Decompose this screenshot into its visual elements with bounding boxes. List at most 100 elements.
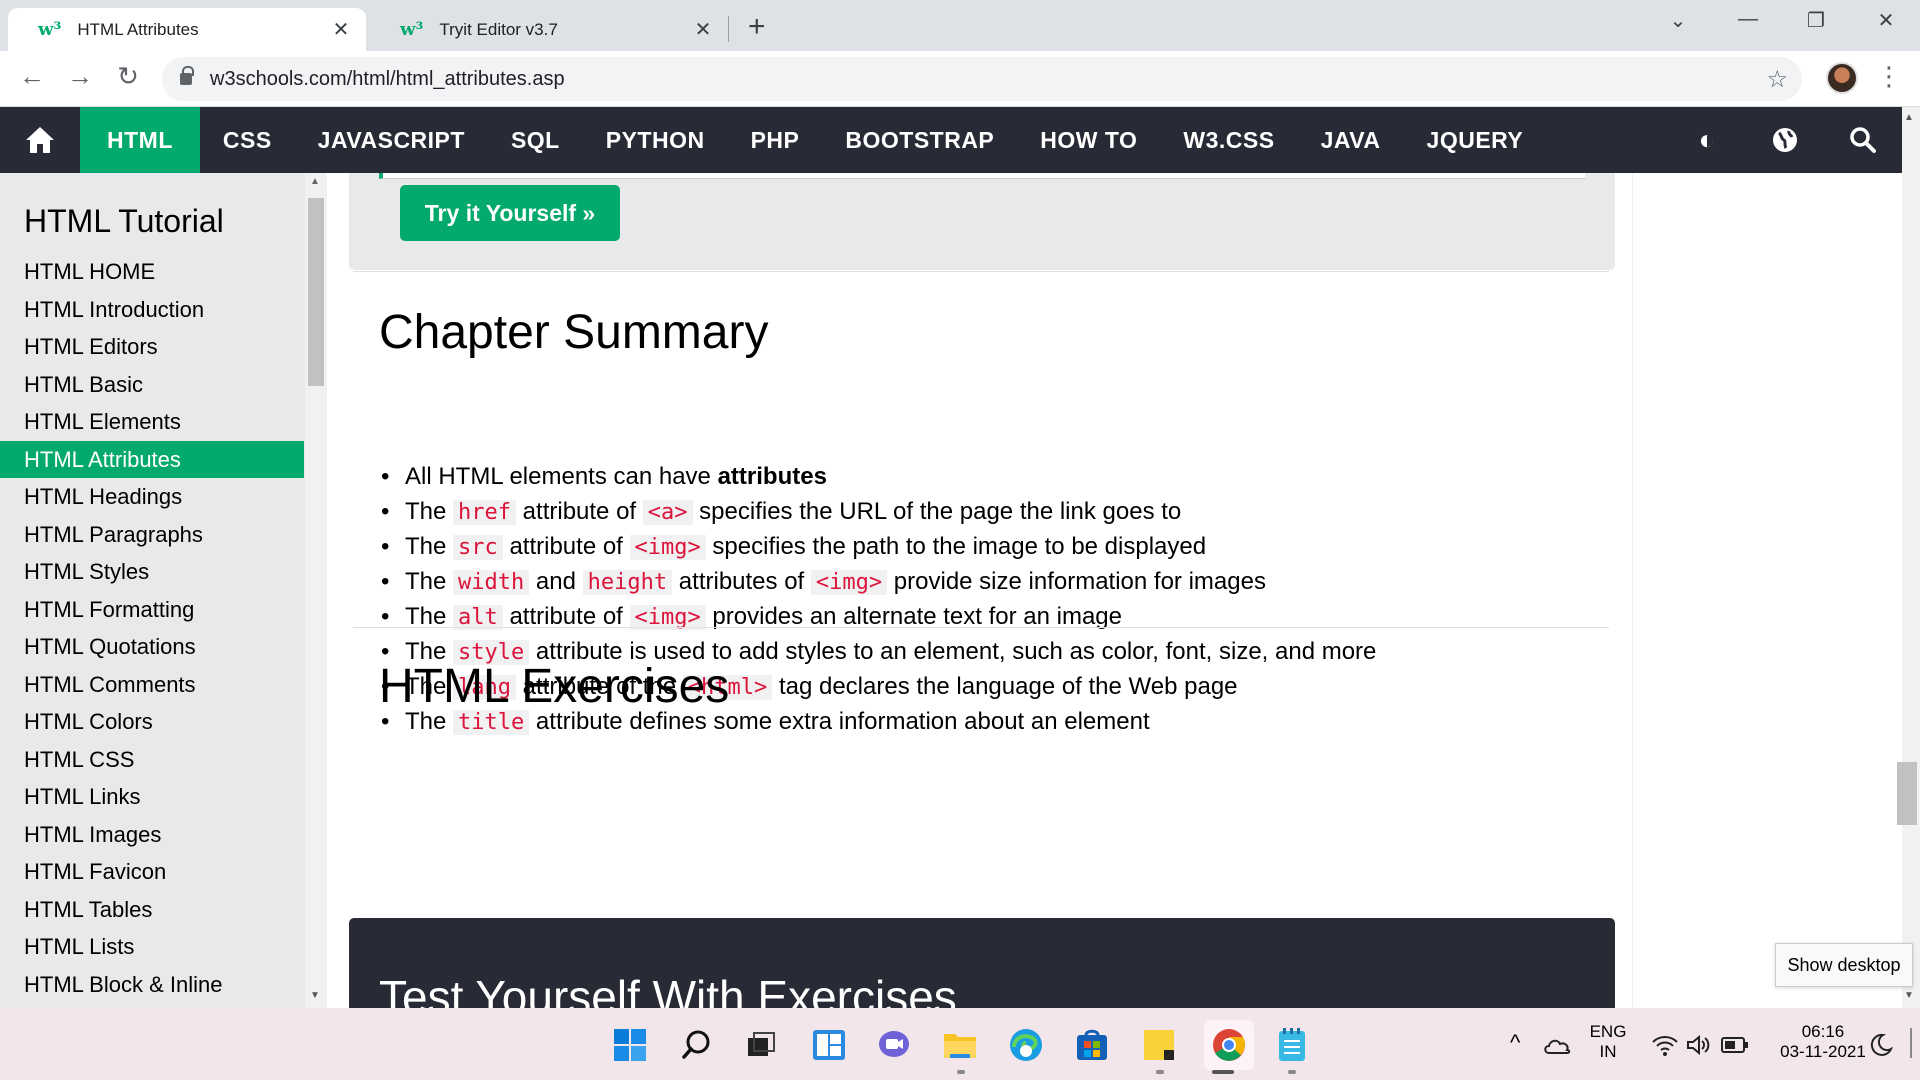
onedrive-icon[interactable]: [1538, 1026, 1576, 1064]
sidebar-item-html-elements[interactable]: HTML Elements: [0, 403, 304, 441]
nav-sql[interactable]: SQL: [488, 107, 583, 173]
browser-tab-tryit[interactable]: w³ Tryit Editor v3.7 ✕: [370, 8, 728, 51]
sidebar-list: HTML HOME HTML Introduction HTML Editors HT…: [0, 253, 305, 1003]
chapter-summary-heading: Chapter Summary: [379, 306, 769, 359]
sidebar-item-html-comments[interactable]: HTML Comments: [0, 666, 304, 704]
page-scroll-up-icon[interactable]: ▲: [1904, 112, 1914, 123]
nav-php[interactable]: PHP: [728, 107, 823, 173]
volume-icon[interactable]: [1680, 1026, 1718, 1064]
summary-text: attribute of: [502, 533, 630, 560]
running-indicator: [1156, 1070, 1164, 1074]
sidebar-item-html-home[interactable]: HTML HOME: [0, 253, 304, 291]
sidebar-item-html-styles[interactable]: HTML Styles: [0, 553, 304, 591]
focus-assist-icon[interactable]: [1862, 1026, 1900, 1064]
code-snippet: <img>: [629, 535, 706, 560]
nav-javascript[interactable]: JAVASCRIPT: [295, 107, 488, 173]
chat-icon[interactable]: [875, 1026, 913, 1064]
widgets-icon[interactable]: [810, 1026, 848, 1064]
nav-java[interactable]: JAVA: [1298, 107, 1404, 173]
summary-text: attributes of: [672, 568, 811, 595]
forward-button[interactable]: →: [62, 61, 98, 92]
sidebar-scroll-down-icon[interactable]: ▼: [310, 990, 320, 1001]
sidebar-item-html-attributes[interactable]: HTML Attributes: [0, 440, 304, 478]
sidebar-scroll-thumb[interactable]: [308, 198, 324, 386]
reload-button[interactable]: ↻: [110, 61, 146, 92]
restore-button[interactable]: ❐: [1796, 8, 1836, 33]
home-icon[interactable]: [0, 107, 80, 173]
sidebar-item-html-lists[interactable]: HTML Lists: [0, 928, 304, 966]
summary-text: attribute of: [516, 498, 643, 525]
code-snippet: width: [453, 570, 530, 595]
page-scroll-down-icon[interactable]: ▼: [1904, 990, 1914, 1001]
sidebar-item-html-tables[interactable]: HTML Tables: [0, 891, 304, 929]
region-code: IN: [1599, 1042, 1617, 1061]
wifi-icon[interactable]: [1646, 1026, 1684, 1064]
browser-menu-icon[interactable]: ⋮: [1876, 61, 1902, 92]
task-view-icon[interactable]: [742, 1026, 780, 1064]
tab-search-icon[interactable]: ⌄: [1658, 8, 1698, 33]
summary-item: The src attribute of <img> specifies the…: [379, 529, 1376, 564]
sidebar-item-html-colors[interactable]: HTML Colors: [0, 703, 304, 741]
sidebar-item-html-block-inline[interactable]: HTML Block & Inline: [0, 966, 304, 1004]
microsoft-store-icon[interactable]: [1073, 1026, 1111, 1064]
w3schools-favicon-icon: w³: [38, 19, 62, 40]
sidebar-item-html-introduction[interactable]: HTML Introduction: [0, 291, 304, 329]
running-indicator: [1288, 1070, 1296, 1074]
notepad-icon[interactable]: [1273, 1026, 1311, 1064]
search-icon[interactable]: [1824, 107, 1902, 173]
globe-icon[interactable]: [1746, 107, 1824, 173]
page-scroll-thumb[interactable]: [1897, 762, 1917, 825]
sidebar-item-html-links[interactable]: HTML Links: [0, 778, 304, 816]
tab-close-icon[interactable]: ✕: [692, 17, 714, 42]
chrome-icon[interactable]: [1204, 1020, 1254, 1070]
exercise-box-heading: Test Yourself With Exercises: [379, 971, 957, 1008]
url-text[interactable]: w3schools.com/html/html_attributes.asp: [210, 68, 565, 91]
sidebar-item-html-images[interactable]: HTML Images: [0, 816, 304, 854]
tab-title: HTML Attributes: [77, 19, 199, 39]
battery-icon[interactable]: [1716, 1026, 1754, 1064]
sidebar-item-html-formatting[interactable]: HTML Formatting: [0, 591, 304, 629]
sidebar-item-html-favicon[interactable]: HTML Favicon: [0, 853, 304, 891]
try-it-yourself-button[interactable]: Try it Yourself »: [400, 185, 620, 241]
theme-toggle-icon[interactable]: ◐: [1668, 107, 1746, 173]
show-desktop-button[interactable]: [1910, 1028, 1912, 1058]
back-button[interactable]: ←: [14, 61, 50, 92]
w3schools-favicon-icon: w³: [400, 19, 424, 40]
bookmark-star-icon[interactable]: ☆: [1766, 65, 1788, 94]
right-column: [1632, 173, 1902, 1008]
code-snippet: <img>: [810, 570, 888, 595]
nav-w3css[interactable]: W3.CSS: [1160, 107, 1297, 173]
summary-text: provides an alternate text for an image: [705, 603, 1123, 630]
sidebar-item-html-basic[interactable]: HTML Basic: [0, 366, 304, 404]
browser-tab-active[interactable]: w³ HTML Attributes ✕: [8, 8, 366, 51]
lock-icon[interactable]: [180, 66, 194, 85]
nav-css[interactable]: CSS: [200, 107, 295, 173]
language-indicator[interactable]: ENG IN: [1588, 1022, 1628, 1062]
nav-html[interactable]: HTML: [80, 107, 200, 173]
new-tab-button[interactable]: +: [748, 10, 766, 44]
sticky-notes-icon[interactable]: [1140, 1026, 1178, 1064]
sidebar-heading: HTML Tutorial: [24, 203, 224, 239]
tab-close-icon[interactable]: ✕: [330, 17, 352, 42]
minimize-button[interactable]: —: [1728, 8, 1768, 31]
nav-how-to[interactable]: HOW TO: [1017, 107, 1160, 173]
window-close-button[interactable]: ✕: [1866, 8, 1906, 33]
sidebar-scroll-up-icon[interactable]: ▲: [310, 176, 320, 187]
site-top-nav: HTML CSS JAVASCRIPT SQL PYTHON PHP BOOTS…: [0, 107, 1902, 173]
nav-jquery[interactable]: JQUERY: [1404, 107, 1547, 173]
sidebar-item-html-paragraphs[interactable]: HTML Paragraphs: [0, 516, 304, 554]
windows-start-icon[interactable]: [611, 1026, 649, 1064]
tray-chevron-icon[interactable]: ^: [1510, 1030, 1520, 1056]
search-icon[interactable]: [678, 1026, 716, 1064]
profile-avatar[interactable]: [1826, 62, 1858, 94]
sidebar-item-html-headings[interactable]: HTML Headings: [0, 478, 304, 516]
sidebar-item-html-quotations[interactable]: HTML Quotations: [0, 628, 304, 666]
sidebar-item-html-css[interactable]: HTML CSS: [0, 741, 304, 779]
nav-bootstrap[interactable]: BOOTSTRAP: [822, 107, 1017, 173]
file-explorer-icon[interactable]: [941, 1026, 979, 1064]
edge-icon[interactable]: [1007, 1026, 1045, 1064]
sidebar-item-html-editors[interactable]: HTML Editors: [0, 328, 304, 366]
nav-python[interactable]: PYTHON: [583, 107, 728, 173]
page-scrollbar[interactable]: [1902, 107, 1920, 1008]
address-bar[interactable]: w3schools.com/html/html_attributes.asp ☆: [162, 57, 1802, 101]
